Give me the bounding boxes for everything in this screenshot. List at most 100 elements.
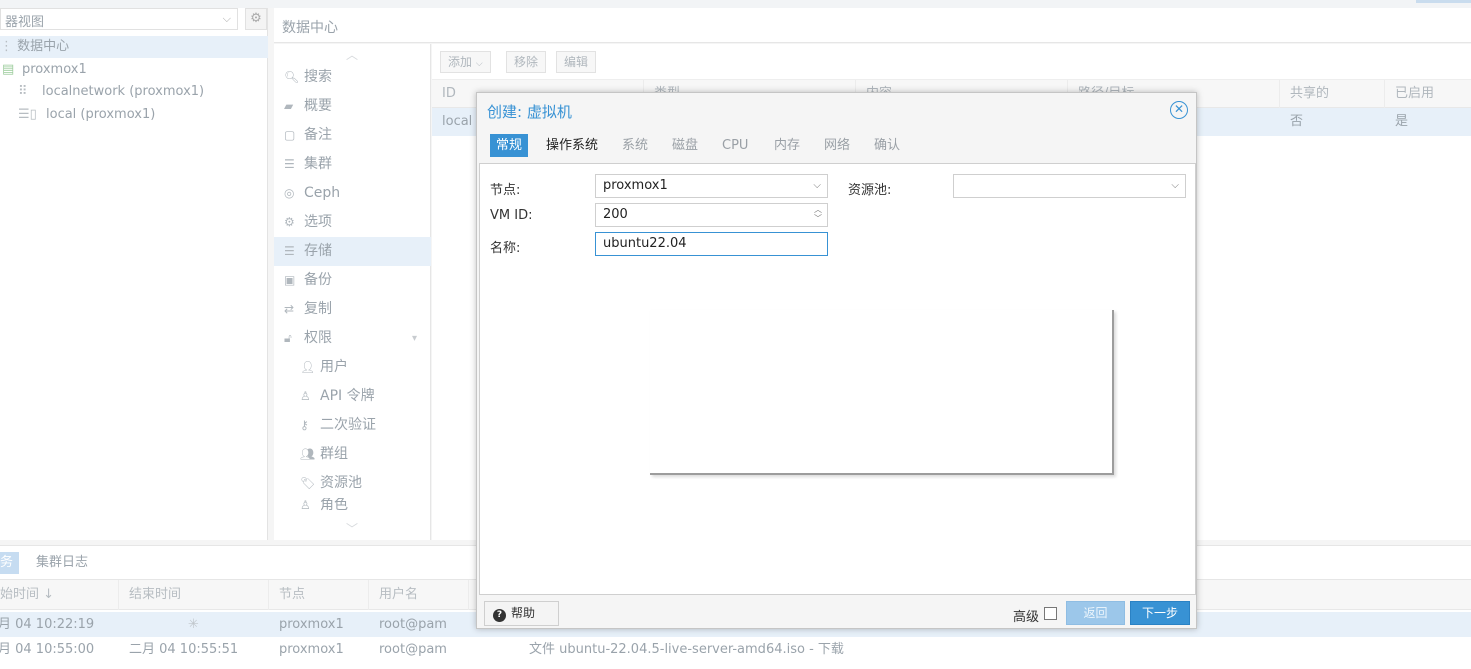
storage-icon: ☰▯	[18, 107, 37, 122]
tab-os[interactable]: 操作系统	[540, 134, 604, 157]
cell-id: local	[442, 114, 473, 129]
chevron-down-icon: ⌵	[475, 59, 483, 69]
next-button[interactable]: 下一步	[1130, 601, 1190, 625]
datacenter-menu: ︿ 🔍︎ 搜索 ▰ 概要 ▢ 备注 ☰ 集群 ◎ Ceph ⚙ 选项 ☰ 存储 ▣ 备份 ⇄ 复制…	[274, 44, 431, 540]
pool-label: 资源池:	[848, 183, 892, 198]
node-select[interactable]: proxmox1 ⌵	[595, 174, 828, 198]
node-online-icon: ▤	[2, 62, 15, 77]
tab-cluster-log[interactable]: 集群日志	[30, 552, 94, 574]
column-header[interactable]: 已启用	[1385, 80, 1471, 108]
chevron-down-icon: ⌵	[1171, 180, 1179, 191]
help-button[interactable]: ? 帮助	[484, 601, 559, 626]
edit-button[interactable]: 编辑	[556, 51, 597, 73]
scroll-down-icon[interactable]: ﹀	[346, 520, 358, 537]
advanced-checkbox[interactable]	[1044, 607, 1057, 620]
menu-item-groups[interactable]: 👥︎ 群组	[274, 440, 431, 469]
tree-item-storage[interactable]: ☰▯ local (proxmox1)	[18, 104, 155, 126]
menu-item-backup[interactable]: ▣ 备份	[274, 266, 431, 295]
gear-icon[interactable]: ⚙	[245, 8, 267, 30]
tree-item-label: local (proxmox1)	[46, 107, 156, 122]
scroll-up-icon[interactable]: ︿	[346, 46, 358, 63]
task-node: proxmox1	[279, 642, 344, 657]
create-vm-dialog: 创建: 虚拟机 ✕ 常规 操作系统 系统 磁盘 CPU 内存 网络 确认 节点:…	[476, 92, 1197, 629]
menu-item-summary[interactable]: ▰ 概要	[274, 92, 431, 121]
menu-item-options[interactable]: ⚙ 选项	[274, 208, 431, 237]
tree-item-network[interactable]: ⠿ localnetwork (proxmox1)	[18, 81, 204, 103]
page-title: 数据中心	[274, 8, 1471, 43]
vmid-stepper[interactable]: 200 ︿ ﹀	[595, 203, 828, 227]
column-header[interactable]: 用户名	[369, 580, 469, 610]
column-header[interactable]: 节点	[269, 580, 369, 610]
task-start: 月 04 10:55:00	[0, 642, 95, 657]
tree-item-label: 数据中心	[17, 39, 70, 54]
remove-button[interactable]: 移除	[506, 51, 547, 73]
drag-outline	[650, 310, 1114, 475]
note-icon: ▢	[284, 128, 296, 142]
menu-item-ceph[interactable]: ◎ Ceph	[274, 179, 431, 208]
menu-item-replication[interactable]: ⇄ 复制	[274, 295, 431, 324]
pool-select[interactable]: ⌵	[953, 174, 1186, 198]
tab-disks[interactable]: 磁盘	[666, 134, 704, 157]
grid-icon: ⠿	[18, 84, 28, 99]
name-label: 名称:	[490, 241, 521, 256]
task-user: root@pam	[379, 617, 447, 632]
column-header[interactable]: 始时间 ↓	[0, 580, 119, 610]
menu-item-permissions[interactable]: 🔓︎ 权限 ▾	[274, 324, 431, 353]
menu-item-search[interactable]: 🔍︎ 搜索	[274, 63, 431, 92]
tab-system[interactable]: 系统	[616, 134, 654, 157]
tab-cpu[interactable]: CPU	[716, 134, 754, 157]
back-button[interactable]: 返回	[1066, 601, 1125, 625]
tree-item-node[interactable]: ▤ proxmox1	[2, 59, 87, 81]
tags-icon: 🏷︎	[300, 476, 316, 490]
cell-enabled: 是	[1395, 114, 1409, 129]
tab-confirm[interactable]: 确认	[868, 134, 906, 157]
tree-item-label: localnetwork (proxmox1)	[42, 84, 205, 99]
general-form: 节点: proxmox1 ⌵ 资源池: ⌵ VM ID: 200 ︿ ﹀ 名称: …	[479, 163, 1196, 595]
task-row[interactable]: 月 04 10:55:00 二月 04 10:55:51 proxmox1 ro…	[0, 637, 1471, 662]
spinner-icon: ✳	[188, 617, 199, 632]
user-outline-icon: ♙	[300, 389, 311, 403]
menu-item-notes[interactable]: ▢ 备注	[274, 121, 431, 150]
task-user: root@pam	[379, 642, 447, 657]
tab-network[interactable]: 网络	[818, 134, 856, 157]
menu-item-storage[interactable]: ☰ 存储	[274, 237, 431, 266]
user-icon: 👤︎	[300, 360, 316, 374]
name-input[interactable]: ubuntu22.04	[595, 232, 828, 256]
book-icon: ▰	[284, 99, 294, 113]
tree-item-datacenter[interactable]: ⋮ 数据中心	[0, 36, 268, 58]
column-header[interactable]: 共享的	[1280, 80, 1385, 108]
vmid-label: VM ID:	[490, 208, 533, 223]
tab-general[interactable]: 常规	[490, 134, 529, 157]
name-value: ubuntu22.04	[603, 236, 687, 251]
advanced-label: 高级	[1013, 610, 1040, 625]
dialog-footer: ? 帮助 高级 返回 下一步	[477, 598, 1196, 628]
users-icon: 👥︎	[300, 447, 316, 461]
close-icon[interactable]: ✕	[1170, 101, 1188, 119]
spinner-arrows-icon[interactable]: ︿ ﹀	[814, 205, 822, 223]
menu-item-tfa[interactable]: ⚷ 二次验证	[274, 411, 431, 440]
search-icon: 🔍︎	[284, 70, 300, 84]
tab-memory[interactable]: 内存	[768, 134, 806, 157]
vmid-value: 200	[603, 207, 628, 222]
top-strip	[0, 0, 1471, 8]
cell-shared: 否	[1290, 114, 1304, 129]
tab-tasks[interactable]: 务	[0, 552, 20, 574]
node-label: 节点:	[490, 183, 521, 198]
unlock-icon: 🔓︎	[284, 331, 292, 345]
storage-toolbar: 添加 ⌵ 移除 编辑	[432, 44, 1471, 80]
tree-item-label: proxmox1	[22, 62, 87, 77]
menu-item-pools[interactable]: 🏷︎ 资源池	[274, 469, 431, 498]
menu-item-cluster[interactable]: ☰ 集群	[274, 150, 431, 179]
column-header[interactable]: 结束时间	[119, 580, 269, 610]
sort-desc-icon: ↓	[43, 587, 55, 602]
menu-item-users[interactable]: 👤︎ 用户	[274, 353, 431, 382]
menu-item-api-tokens[interactable]: ♙ API 令牌	[274, 382, 431, 411]
chevron-down-icon: ⌵	[813, 180, 821, 191]
retweet-icon: ⇄	[284, 302, 295, 316]
resource-tree: 器视图 ⌵ ⚙ ⋮ 数据中心 ▤ proxmox1 ⠿ localnetwork (…	[0, 8, 268, 540]
gear-icon: ⚙	[284, 215, 295, 229]
server-icon: ☰	[284, 157, 295, 171]
add-button[interactable]: 添加 ⌵	[440, 51, 491, 73]
menu-item-roles[interactable]: ♙ 角色	[274, 498, 431, 512]
tree-view-select[interactable]: 器视图 ⌵	[0, 8, 238, 30]
